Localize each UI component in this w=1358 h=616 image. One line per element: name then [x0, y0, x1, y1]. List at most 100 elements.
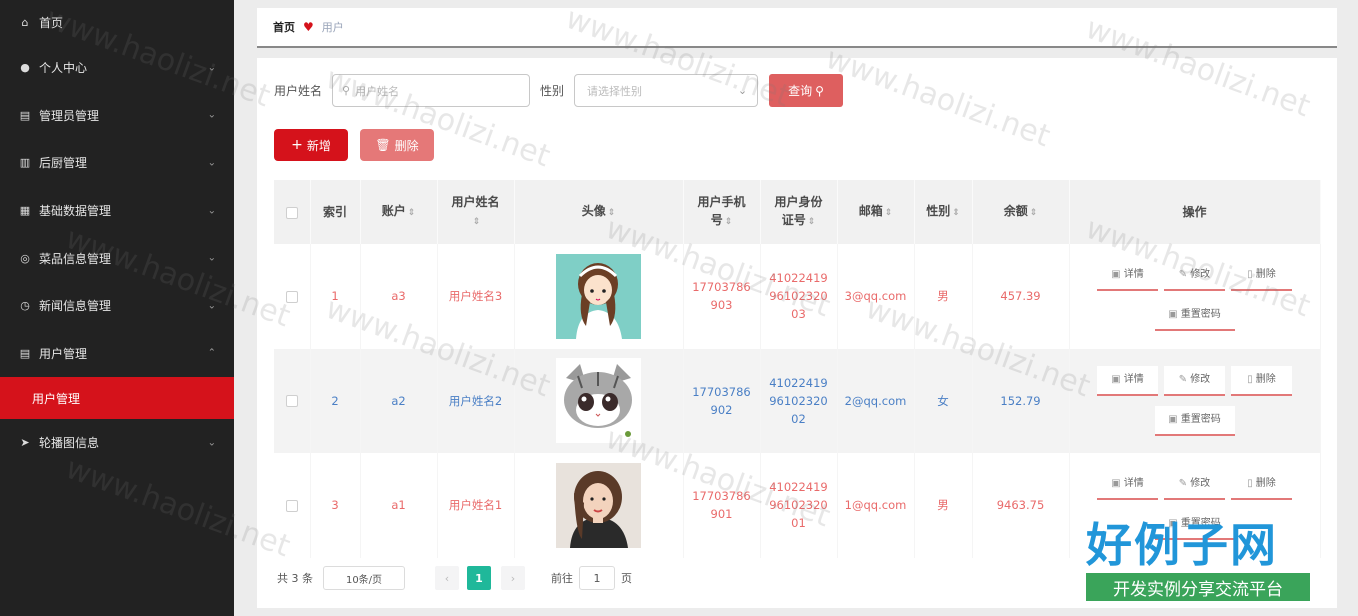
- batch-delete-button[interactable]: 🗑 删除: [360, 129, 434, 161]
- select-all-checkbox[interactable]: [285, 206, 298, 219]
- row-checkbox-cell[interactable]: [274, 348, 311, 453]
- cell-gender: 男: [914, 453, 973, 558]
- edit-button[interactable]: ✎ 修改: [1164, 261, 1225, 292]
- cell-idcard: 410224199610232003: [760, 244, 838, 349]
- email-text: 1@qq.com: [844, 498, 907, 513]
- table-row: 2 a2 用户姓名2 17703786902 41022419961023200…: [274, 348, 1321, 453]
- sidebar-item-admin[interactable]: ▤ 管理员管理 ⌄: [0, 92, 234, 140]
- detail-button[interactable]: ▣ 详情: [1097, 365, 1158, 396]
- query-button[interactable]: 查询 ⚲: [769, 74, 844, 107]
- sidebar-item-carousel[interactable]: ➤ 轮播图信息 ⌄: [0, 419, 234, 467]
- page-unit-label: 页: [621, 572, 632, 585]
- sort-icon[interactable]: ⇕: [473, 217, 481, 227]
- sidebar-item-label: 用户管理: [39, 346, 88, 361]
- sort-icon[interactable]: ⇕: [408, 208, 416, 218]
- sidebar-item-dish[interactable]: ◎ 菜品信息管理 ⌄: [0, 234, 234, 282]
- detail-button[interactable]: ▣ 详情: [1097, 261, 1158, 292]
- prev-page-button[interactable]: ‹: [435, 566, 459, 590]
- sidebar-item-personal-center[interactable]: ● 个人中心 ⌄: [0, 44, 234, 92]
- idcard-text: 410224199610232001: [769, 480, 828, 531]
- breadcrumb: 首页 ♥ 用户: [257, 8, 1337, 48]
- delete-button[interactable]: ▯ 删除: [1231, 365, 1292, 396]
- sort-icon[interactable]: ⇕: [608, 208, 616, 218]
- sidebar-item-users[interactable]: ▤ 用户管理 ⌃: [0, 330, 234, 378]
- col-header-idcard[interactable]: 用户身份证号 ⇕: [760, 180, 838, 244]
- cell-phone: 17703786901: [683, 453, 761, 558]
- pagination: 共 3 条 10条/页 ‹ 1 › 前往 1 页: [277, 566, 632, 590]
- delete-button[interactable]: ▯ 删除: [1231, 470, 1292, 501]
- col-header-label: 用户身份证号: [774, 195, 823, 227]
- goto-page-input[interactable]: 1: [579, 566, 615, 590]
- logo-subtitle: 开发实例分享交流平台: [1086, 573, 1310, 601]
- edit-button[interactable]: ✎ 修改: [1164, 470, 1225, 501]
- detail-label: 详情: [1123, 478, 1144, 490]
- edit-button[interactable]: ✎ 修改: [1164, 365, 1225, 396]
- sidebar-item-home[interactable]: ⌂ 首页: [0, 0, 234, 44]
- col-header-email[interactable]: 邮箱 ⇕: [837, 180, 915, 244]
- sort-icon[interactable]: ⇕: [725, 217, 733, 227]
- detail-button[interactable]: ▣ 详情: [1097, 470, 1158, 501]
- chevron-down-icon: ⌄: [207, 437, 216, 449]
- cell-email: 1@qq.com: [837, 453, 915, 558]
- sidebar: ⌂ 首页 ● 个人中心 ⌄ ▤ 管理员管理 ⌄ ▥ 后厨管理 ⌄ ▦ 基础数据管理 ⌄ ◎ 菜品信息…: [0, 0, 234, 616]
- avatar: [556, 462, 641, 548]
- name-search-input[interactable]: ⚲ 用户姓名: [332, 74, 531, 107]
- reset-password-button[interactable]: ▣ 重置密码: [1154, 405, 1235, 436]
- cell-idcard: 410224199610232001: [760, 453, 838, 558]
- sidebar-subitem-user-management[interactable]: 用户管理: [0, 377, 234, 420]
- col-header-label: 用户姓名: [451, 195, 500, 209]
- col-header-gender[interactable]: 性别 ⇕: [914, 180, 973, 244]
- row-checkbox[interactable]: [285, 395, 298, 408]
- avatar: [556, 253, 641, 339]
- clock-icon: ◷: [20, 299, 30, 313]
- gender-select[interactable]: 请选择性别 ⌄: [574, 74, 759, 107]
- col-header-label: 索引: [322, 205, 347, 219]
- sidebar-item-news[interactable]: ◷ 新闻信息管理 ⌄: [0, 282, 234, 330]
- user-table: 索引 账户 ⇕ 用户姓名⇕ 头像 ⇕ 用户手机号 ⇕ 用户身份证号 ⇕ 邮箱 ⇕ 性别 ⇕ …: [274, 180, 1321, 558]
- chevron-right-icon: ›: [510, 571, 516, 585]
- col-header-avatar[interactable]: 头像 ⇕: [514, 180, 684, 244]
- select-all-checkbox-cell[interactable]: [274, 180, 311, 244]
- document-icon: ▣: [1111, 478, 1121, 490]
- edit-label: 修改: [1190, 373, 1211, 385]
- trash-icon: ▯: [1247, 269, 1253, 281]
- cell-ops: ▣ 详情 ✎ 修改 ▯ 删除 ▣ 重置密码: [1069, 244, 1321, 349]
- page-size-select[interactable]: 10条/页: [323, 566, 405, 590]
- plus-icon: +: [291, 137, 303, 153]
- reset-label: 重置密码: [1180, 309, 1221, 321]
- sort-icon[interactable]: ⇕: [952, 208, 960, 218]
- row-checkbox-cell[interactable]: [274, 453, 311, 558]
- delete-button[interactable]: ▯ 删除: [1231, 261, 1292, 292]
- email-text: 3@qq.com: [844, 289, 907, 304]
- cell-avatar: [514, 453, 684, 558]
- col-header-account[interactable]: 账户 ⇕: [360, 180, 438, 244]
- col-header-label: 性别: [926, 204, 951, 218]
- users-icon: ▤: [19, 346, 31, 360]
- breadcrumb-home[interactable]: 首页: [273, 19, 295, 35]
- sort-icon[interactable]: ⇕: [808, 217, 816, 227]
- breadcrumb-current: 用户: [321, 21, 344, 34]
- row-checkbox[interactable]: [285, 290, 298, 303]
- sidebar-item-base-data[interactable]: ▦ 基础数据管理 ⌄: [0, 187, 234, 235]
- col-header-name[interactable]: 用户姓名 ⇕: [437, 180, 515, 244]
- col-header-balance[interactable]: 余额 ⇕: [972, 180, 1070, 244]
- search-bar: 用户姓名 ⚲ 用户姓名 性别 请选择性别 ⌄ 查询 ⚲: [274, 74, 844, 107]
- sidebar-item-label: 新闻信息管理: [39, 299, 112, 314]
- gender-label: 性别: [540, 84, 565, 98]
- cell-index: 3: [310, 453, 361, 558]
- logo-text: 好例子网: [1086, 518, 1278, 572]
- page-number-current[interactable]: 1: [467, 566, 491, 590]
- row-checkbox-cell[interactable]: [274, 244, 311, 349]
- sidebar-item-label: 菜品信息管理: [39, 251, 112, 266]
- sort-icon[interactable]: ⇕: [1030, 208, 1038, 218]
- sidebar-item-kitchen[interactable]: ▥ 后厨管理 ⌄: [0, 139, 234, 187]
- sidebar-item-label: 基础数据管理: [39, 204, 112, 219]
- next-page-button[interactable]: ›: [501, 566, 525, 590]
- sidebar-item-label: 管理员管理: [39, 108, 100, 123]
- sort-icon[interactable]: ⇕: [885, 208, 893, 218]
- col-header-phone[interactable]: 用户手机号 ⇕: [683, 180, 761, 244]
- row-checkbox[interactable]: [285, 499, 298, 512]
- add-button[interactable]: + 新增: [274, 129, 348, 161]
- reset-password-button[interactable]: ▣ 重置密码: [1154, 301, 1235, 332]
- email-text: 2@qq.com: [844, 393, 907, 408]
